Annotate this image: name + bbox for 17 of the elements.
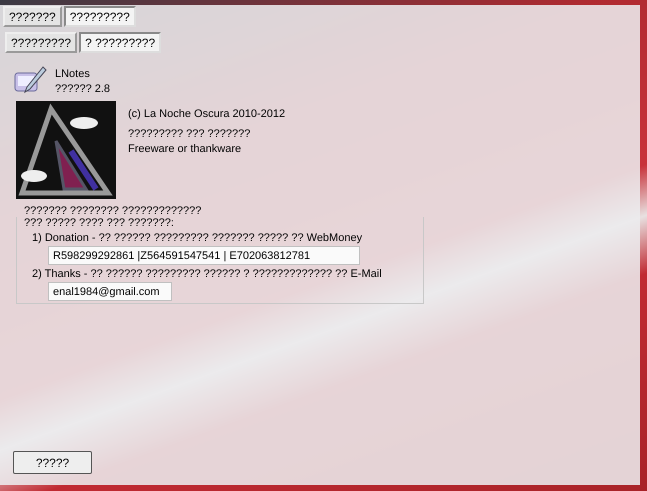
text-field[interactable]: enal1984@gmail.com bbox=[48, 282, 172, 301]
text-field[interactable]: R598299292861 |Z564591547541 | E702063812781 bbox=[48, 246, 360, 265]
app-version: ?????? 2.8 bbox=[55, 82, 110, 97]
support-title: ??????? ???????? ????????????? bbox=[24, 205, 202, 217]
support-intro: ??? ????? ???? ??? ???????: bbox=[24, 217, 175, 229]
close-button[interactable]: ????? bbox=[13, 451, 92, 474]
tab[interactable]: ? ????????? bbox=[79, 32, 162, 53]
notepad-pen-icon bbox=[13, 65, 47, 95]
app-name: LNotes bbox=[55, 67, 91, 82]
copyright-text: (c) La Noche Oscura 2010-2012 bbox=[128, 107, 286, 122]
tab[interactable]: ??????? bbox=[3, 6, 62, 27]
support-option-label: 1) Donation - ?? ?????? ????????? ??????? ????? ?? WebMoney bbox=[32, 232, 364, 244]
tab[interactable]: ????????? bbox=[5, 32, 78, 53]
license-text: Freeware or thankware bbox=[128, 142, 242, 157]
about-text: ????????? ??? ??????? bbox=[128, 127, 252, 142]
tab[interactable]: ????????? bbox=[64, 6, 136, 27]
support-option-label: 2) Thanks - ?? ?????? ????????? ?????? ? ????????????? ?? E-Mail bbox=[32, 268, 383, 280]
